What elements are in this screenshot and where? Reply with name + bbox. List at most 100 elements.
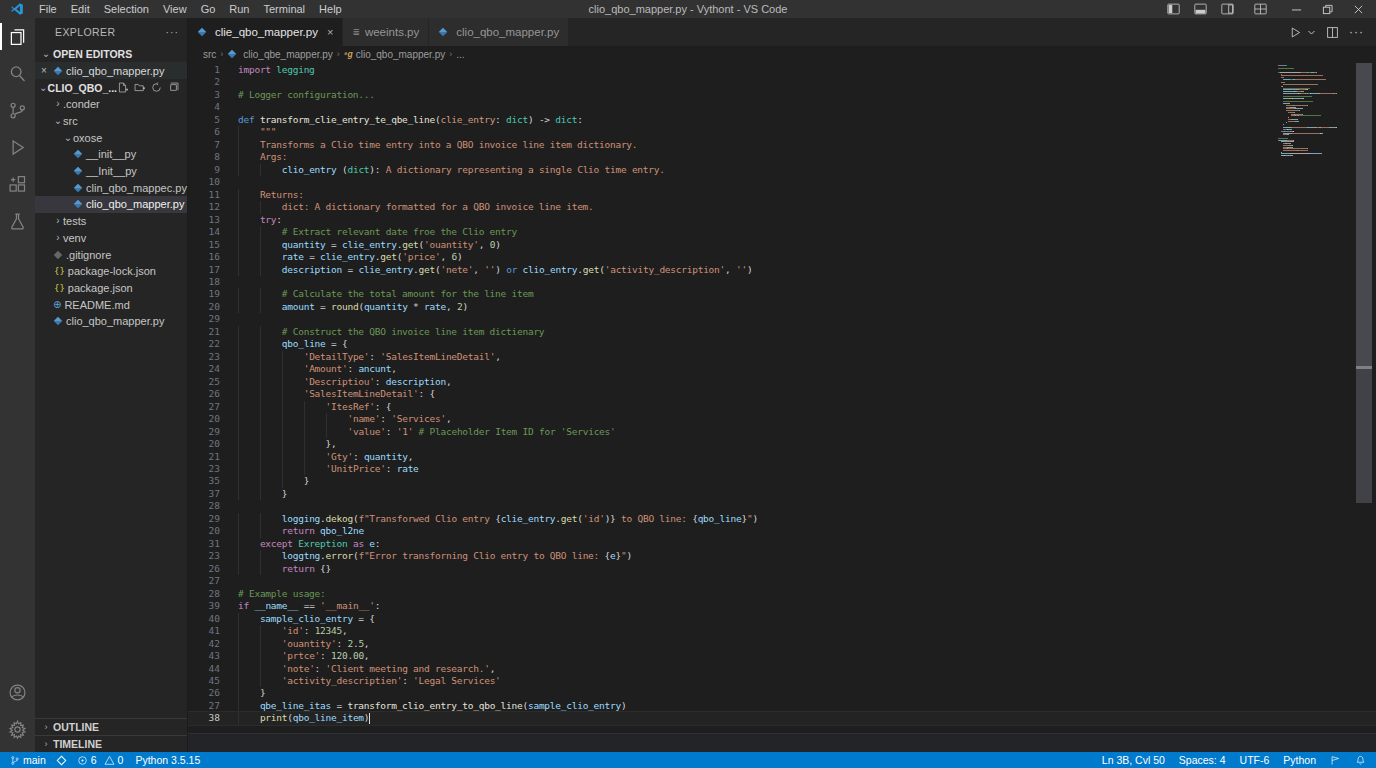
tree-item-clio-qbo-mapper-py[interactable]: clio_qbo_mapper.py: [35, 196, 187, 213]
tab-clio-qbo-mapper-py[interactable]: clio_qbo_mapper.py: [429, 18, 569, 46]
explorer-icon[interactable]: [0, 18, 35, 55]
extensions-icon[interactable]: [0, 166, 35, 203]
breadcrumb-item[interactable]: ...: [456, 49, 464, 60]
tree-item-package-lock-json[interactable]: {}package-lock.json: [35, 263, 187, 280]
tree-item-package-json[interactable]: {}package.json: [35, 280, 187, 297]
line-number: 20: [188, 301, 220, 313]
code-editor[interactable]: 1import legging23# Logger configuration.…: [188, 62, 1376, 752]
new-file-icon[interactable]: [117, 82, 128, 93]
tree-item-venv[interactable]: ›venv: [35, 230, 187, 247]
breadcrumb-item[interactable]: ⁹gclio_qbo_mapper.py: [344, 49, 445, 60]
split-editor-icon[interactable]: [1326, 26, 1339, 39]
new-folder-icon[interactable]: [134, 82, 145, 93]
code-line: 38print(qbo_line_item): [188, 712, 1376, 724]
python-file-icon: [74, 150, 82, 158]
editor-scrollbar[interactable]: [1356, 63, 1372, 503]
tree-item-clio-qbo-mapper-py[interactable]: clio_qbo_mapper.py: [35, 313, 187, 330]
tab-weeints-py[interactable]: ≣weeints.py: [343, 18, 429, 46]
code-line: 44'note': 'Client meeting and research.'…: [188, 663, 1376, 675]
tree-item-oxose[interactable]: ⌄oxose: [35, 129, 187, 146]
git-branch-indicator[interactable]: main: [10, 754, 46, 766]
error-icon: [77, 755, 88, 766]
testing-icon[interactable]: [0, 203, 35, 240]
close-icon[interactable]: [1353, 4, 1364, 15]
language-indicator[interactable]: Python: [1283, 754, 1316, 766]
breadcrumb-item[interactable]: src: [203, 49, 216, 60]
source-control-icon[interactable]: [0, 92, 35, 129]
encoding-indicator[interactable]: UTF-6: [1240, 754, 1270, 766]
line-number: 40: [188, 613, 220, 625]
cursor-position[interactable]: Ln 3B, Cvl 50: [1102, 754, 1165, 766]
minimize-icon[interactable]: [1291, 4, 1302, 15]
breadcrumb: src›clio_qbe_mapper.py›⁹gclio_qbo_mapper…: [188, 46, 1376, 62]
restore-icon[interactable]: [1322, 4, 1333, 15]
notifications-bell-icon[interactable]: [1355, 755, 1366, 766]
menu-help[interactable]: Help: [312, 3, 349, 15]
menu-view[interactable]: View: [156, 3, 194, 15]
workspace-section[interactable]: ⌄ CLIO_QBO_...: [35, 79, 187, 96]
chevron-right-icon: ›: [53, 99, 63, 109]
settings-gear-icon[interactable]: [0, 711, 35, 748]
tab-clie-qbo-mapper-py[interactable]: clie_qbo_mapper.py×: [188, 18, 343, 46]
breadcrumb-item[interactable]: clio_qbe_mapper.py: [227, 49, 333, 60]
code-line: 39if __name__ == '__main__':: [188, 600, 1376, 612]
python-file-icon: [439, 28, 447, 36]
tree-item-src[interactable]: ⌄src: [35, 113, 187, 130]
tree-item--init-py[interactable]: __init__py: [35, 146, 187, 163]
refresh-icon[interactable]: [151, 82, 162, 93]
line-number: 8: [188, 151, 220, 163]
code-line: 24'Amount': ancunt,: [188, 363, 1376, 375]
open-editor-item[interactable]: × clio_qbo_mapper.py: [35, 62, 187, 79]
indentation-indicator[interactable]: Spaces: 4: [1179, 754, 1226, 766]
tree-item-clin-qbo-mappec-py[interactable]: clin_qbo_mappec.py: [35, 179, 187, 196]
line-number: 10: [188, 176, 220, 188]
tree-item-tests[interactable]: ›tests: [35, 213, 187, 230]
tree-item--init-py[interactable]: __Init__py: [35, 163, 187, 180]
tree-item--conder[interactable]: ›.conder: [35, 96, 187, 113]
code-line: 26'SalesItemLineDetail': {: [188, 388, 1376, 400]
line-number: 25: [188, 376, 220, 388]
customize-layout-icon[interactable]: [1254, 3, 1267, 15]
more-actions-icon[interactable]: ···: [1349, 25, 1364, 39]
menu-edit[interactable]: Edit: [64, 3, 97, 15]
line-number: 41: [188, 625, 220, 637]
layout-sidebar-right-icon[interactable]: [1221, 3, 1234, 15]
line-number: 23: [188, 351, 220, 363]
chevron-down-icon[interactable]: [1307, 28, 1316, 37]
collapse-all-icon[interactable]: [168, 82, 179, 93]
outline-section[interactable]: ›OUTLINE: [35, 718, 187, 735]
python-interpreter[interactable]: Python 3.5.15: [135, 754, 200, 766]
code-line: 7Transforms a Clio time entry into a QBO…: [188, 139, 1376, 151]
timeline-section[interactable]: ›TIMELINE: [35, 735, 187, 752]
code-line: 45'activity_descriptien': 'Legal Service…: [188, 675, 1376, 687]
sync-indicator[interactable]: [58, 757, 65, 764]
line-number: 38: [188, 712, 220, 724]
line-number: 7: [188, 139, 220, 151]
search-icon[interactable]: [0, 55, 35, 92]
explorer-sidebar: EXPLORER ··· ⌄ OPEN EDITORS × clio_qbo_m…: [35, 18, 188, 752]
layout-panel-icon[interactable]: [1194, 3, 1207, 15]
status-bar: main 6 0 Python 3.5.15 Ln 3B, Cvl 50 Spa…: [0, 752, 1376, 768]
account-icon[interactable]: [0, 674, 35, 711]
tree-item--gitignore[interactable]: .gitignore: [35, 246, 187, 263]
close-icon[interactable]: ×: [327, 26, 333, 38]
close-icon[interactable]: ×: [41, 65, 53, 76]
menu-go[interactable]: Go: [194, 3, 223, 15]
code-line: 25'Descriptiou': description,: [188, 376, 1376, 388]
menu-terminal[interactable]: Terminal: [257, 3, 313, 15]
menu-run[interactable]: Run: [222, 3, 256, 15]
code-line: 27qbe_line_itas = transform_clio_entry_t…: [188, 700, 1376, 712]
line-number: 39: [188, 600, 220, 612]
editor-bottom-band: [188, 733, 1376, 752]
problems-indicator[interactable]: 6 0: [77, 754, 124, 766]
explorer-more-icon[interactable]: ···: [166, 26, 180, 38]
layout-sidebar-left-icon[interactable]: [1167, 3, 1180, 15]
menu-selection[interactable]: Selection: [97, 3, 156, 15]
menu-file[interactable]: File: [32, 3, 64, 15]
run-python-file-icon[interactable]: [1289, 26, 1302, 39]
tree-item-readme-md[interactable]: ⊕README.md: [35, 296, 187, 313]
run-debug-icon[interactable]: [0, 129, 35, 166]
minimap[interactable]: [1278, 65, 1350, 157]
feedback-icon[interactable]: [1330, 755, 1341, 766]
open-editors-section[interactable]: ⌄ OPEN EDITORS: [35, 45, 187, 62]
